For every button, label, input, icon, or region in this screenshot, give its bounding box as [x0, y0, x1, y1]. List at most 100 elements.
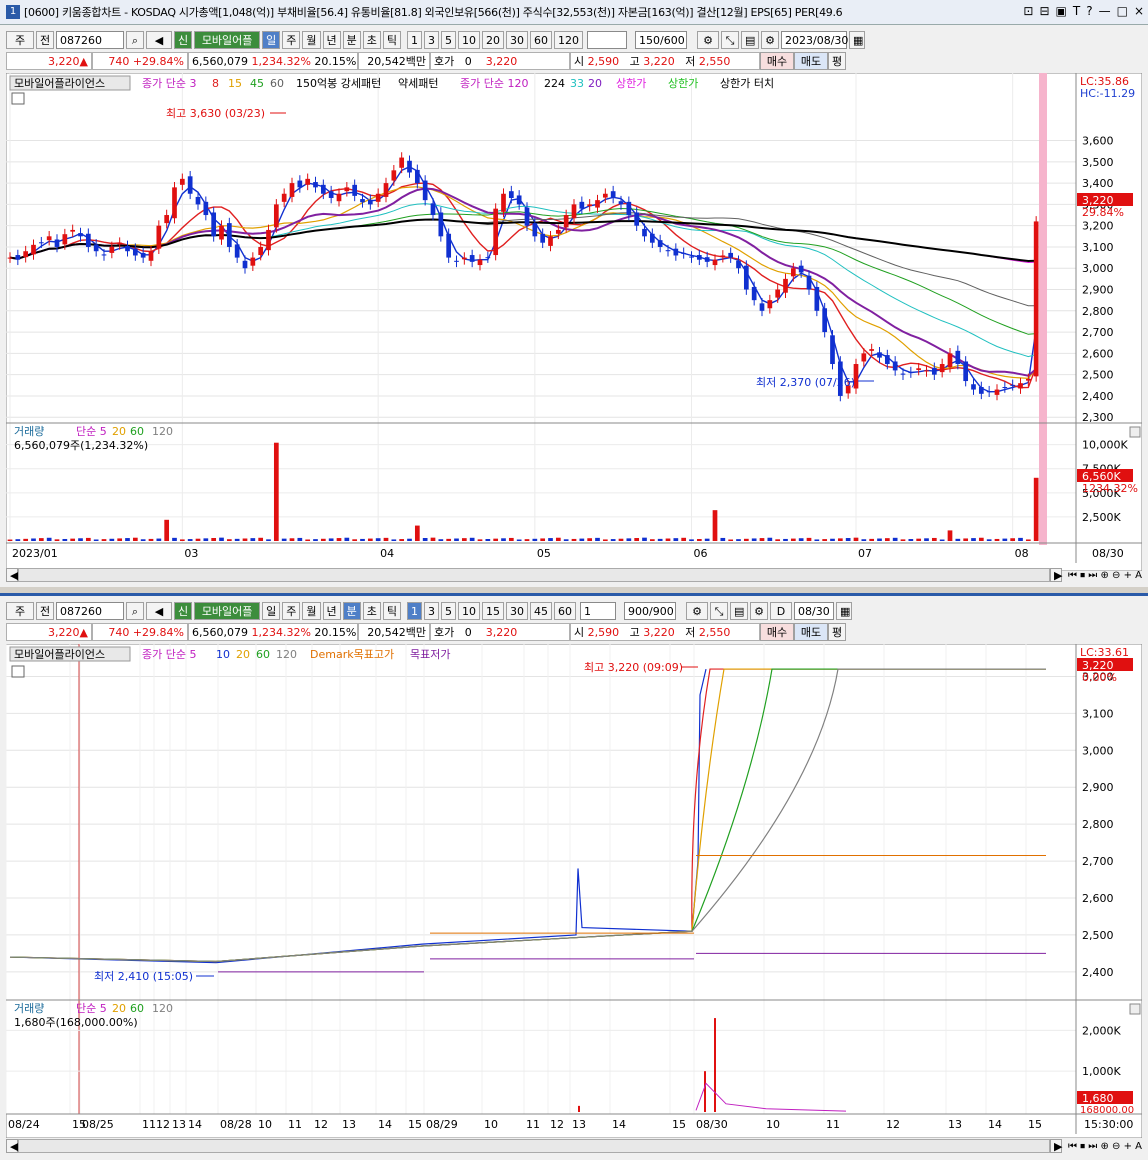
- chart-tools-icon[interactable]: ⚙: [697, 31, 719, 49]
- market-select[interactable]: 주: [6, 31, 34, 49]
- top-scrollbar[interactable]: ◀ ▶ ⏮ ⏹ ⏭ ⊕ ⊖ + A: [6, 567, 1142, 583]
- sound-icon[interactable]: ◀: [146, 602, 172, 620]
- candle: [23, 251, 29, 258]
- legend-ma: 종가 단순 5: [142, 648, 196, 661]
- buy-button[interactable]: 매수: [760, 623, 794, 641]
- interval-1[interactable]: 1: [407, 602, 422, 620]
- period-second[interactable]: 초: [362, 31, 381, 49]
- period-year[interactable]: 년: [322, 602, 341, 620]
- volume-bar: [46, 537, 52, 541]
- scroll-track[interactable]: [18, 1139, 1050, 1153]
- period-minute[interactable]: 분: [342, 602, 361, 620]
- interval-10[interactable]: 10: [458, 31, 480, 49]
- interval-5[interactable]: 5: [441, 31, 456, 49]
- restore-panel-icon[interactable]: ▣: [1056, 4, 1067, 18]
- price-change: 740 +29.84%: [92, 52, 188, 70]
- interval-input[interactable]: 1: [580, 602, 616, 620]
- interval-60[interactable]: 60: [530, 31, 552, 49]
- candle: [790, 268, 796, 277]
- interval-input[interactable]: [587, 31, 627, 49]
- save-icon[interactable]: ▤: [730, 602, 748, 620]
- interval-45[interactable]: 45: [530, 602, 552, 620]
- interval-15[interactable]: 15: [482, 602, 504, 620]
- daily-chart[interactable]: 2,300 2,400 2,500 2,600 2,700 2,800 2,900 3,000…: [6, 73, 1142, 571]
- prev-button[interactable]: 전: [36, 602, 54, 620]
- period-day[interactable]: 일: [262, 31, 281, 49]
- scroll-right-icon[interactable]: ▶: [1049, 568, 1062, 582]
- sound-icon[interactable]: ◀: [146, 31, 172, 49]
- font-icon[interactable]: T: [1073, 4, 1080, 18]
- time-label: 13: [572, 1118, 586, 1131]
- calendar-icon[interactable]: ▦: [836, 602, 852, 620]
- low-annotation: 최저 2,370 (07/26): [756, 376, 855, 389]
- playback-icons[interactable]: ⏮ ⏹ ⏭ ⊕ ⊖ + A: [1068, 570, 1142, 581]
- count-input[interactable]: 900/900: [624, 602, 676, 620]
- volume-bar: [571, 538, 577, 541]
- close-button[interactable]: ×: [1134, 4, 1144, 18]
- minute-chart[interactable]: 2,400 2,500 2,600 2,700 2,800 2,900 3,000 3,100…: [6, 644, 1142, 1138]
- settings-icon[interactable]: ⚙: [750, 602, 768, 620]
- search-icon[interactable]: ⌕: [126, 31, 144, 49]
- period-tick[interactable]: 틱: [382, 602, 401, 620]
- scroll-left-icon[interactable]: ◀: [6, 568, 18, 582]
- scroll-track[interactable]: [18, 568, 1050, 582]
- interval-30[interactable]: 30: [506, 602, 528, 620]
- code-input[interactable]: 087260: [56, 602, 124, 620]
- help-icon[interactable]: ?: [1086, 4, 1092, 18]
- period-tick[interactable]: 틱: [382, 31, 401, 49]
- scroll-left-icon[interactable]: ◀: [6, 1139, 18, 1153]
- prev-button[interactable]: 전: [36, 31, 54, 49]
- period-year[interactable]: 년: [322, 31, 341, 49]
- save-icon[interactable]: ▤: [741, 31, 759, 49]
- period-second[interactable]: 초: [362, 602, 381, 620]
- grid-toggle-icon[interactable]: [11, 92, 25, 105]
- draw-icon[interactable]: ⤡: [710, 602, 728, 620]
- market-select[interactable]: 주: [6, 602, 34, 620]
- candle: [610, 191, 616, 199]
- volume-bar: [195, 538, 201, 541]
- playback-icons[interactable]: ⏮ ⏹ ⏭ ⊕ ⊖ + A: [1068, 1141, 1142, 1152]
- period-minute[interactable]: 분: [342, 31, 361, 49]
- avg-button[interactable]: 평: [828, 623, 846, 641]
- period-week[interactable]: 주: [282, 31, 301, 49]
- minimize-panel-icon[interactable]: ⊟: [1039, 4, 1049, 18]
- volume-close-icon[interactable]: [1129, 1003, 1141, 1015]
- count-input[interactable]: 150/600: [635, 31, 687, 49]
- interval-1[interactable]: 1: [407, 31, 422, 49]
- grid-toggle-icon[interactable]: [11, 665, 25, 678]
- period-month[interactable]: 월: [302, 31, 321, 49]
- interval-60[interactable]: 60: [554, 602, 576, 620]
- chart-tools-icon[interactable]: ⚙: [686, 602, 708, 620]
- period-day[interactable]: 일: [262, 602, 281, 620]
- interval-20[interactable]: 20: [482, 31, 504, 49]
- code-input[interactable]: 087260: [56, 31, 124, 49]
- tile-icon[interactable]: ⊡: [1023, 4, 1033, 18]
- interval-5[interactable]: 5: [441, 602, 456, 620]
- buy-button[interactable]: 매수: [760, 52, 794, 70]
- period-week[interactable]: 주: [282, 602, 301, 620]
- minimize-button[interactable]: —: [1099, 4, 1111, 18]
- draw-icon[interactable]: ⤡: [721, 31, 739, 49]
- interval-120[interactable]: 120: [554, 31, 583, 49]
- interval-3[interactable]: 3: [424, 31, 439, 49]
- sell-button[interactable]: 매도: [794, 623, 828, 641]
- volume-bar: [767, 537, 773, 541]
- volume-value: 6,560,079: [192, 55, 248, 68]
- period-month[interactable]: 월: [302, 602, 321, 620]
- settings-icon[interactable]: ⚙: [761, 31, 779, 49]
- scroll-right-icon[interactable]: ▶: [1049, 1139, 1062, 1153]
- search-icon[interactable]: ⌕: [126, 602, 144, 620]
- date-input[interactable]: 2023/08/30: [781, 31, 848, 49]
- date-input[interactable]: 08/30: [794, 602, 834, 620]
- interval-30[interactable]: 30: [506, 31, 528, 49]
- time-label: 10: [484, 1118, 498, 1131]
- d-checkbox[interactable]: D: [770, 602, 792, 620]
- bottom-scrollbar[interactable]: ◀ ▶ ⏮ ⏹ ⏭ ⊕ ⊖ + A: [6, 1138, 1142, 1154]
- volume-close-icon[interactable]: [1129, 426, 1141, 438]
- maximize-button[interactable]: □: [1117, 4, 1128, 18]
- calendar-icon[interactable]: ▦: [849, 31, 865, 49]
- sell-button[interactable]: 매도: [794, 52, 828, 70]
- interval-3[interactable]: 3: [424, 602, 439, 620]
- avg-button[interactable]: 평: [828, 52, 846, 70]
- interval-10[interactable]: 10: [458, 602, 480, 620]
